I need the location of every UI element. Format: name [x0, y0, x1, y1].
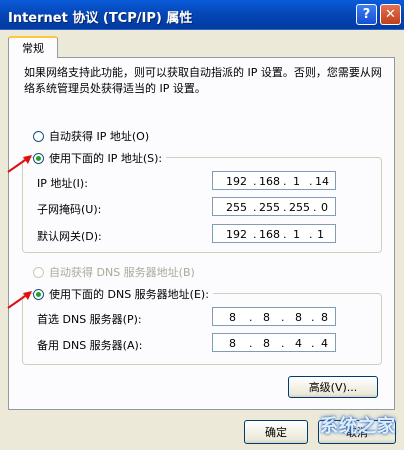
- radio-manual-ip-label: 使用下面的 IP 地址(S):: [49, 152, 163, 165]
- preferred-dns-label: 首选 DNS 服务器(P):: [37, 313, 142, 326]
- help-button[interactable]: ?: [356, 4, 377, 25]
- red-arrow-icon: [7, 155, 32, 173]
- radio-auto-ip[interactable]: 自动获得 IP 地址(O): [33, 128, 149, 144]
- alternate-dns-label: 备用 DNS 服务器(A):: [37, 339, 143, 352]
- subnet-mask-input[interactable]: 255. 255. 255. 0: [212, 197, 336, 216]
- radio-auto-ip-circle[interactable]: [33, 130, 44, 142]
- alternate-dns-input[interactable]: 8. 8. 4. 4: [212, 333, 336, 352]
- watermark-logo: 系统之家: [320, 416, 396, 437]
- subnet-mask-label: 子网掩码(U):: [37, 203, 102, 216]
- tab-general[interactable]: 常规: [8, 36, 58, 58]
- ip-address-input[interactable]: 192. 168. 1. 14: [212, 171, 336, 190]
- default-gateway-input[interactable]: 192. 168. 1. 1: [212, 224, 336, 243]
- ip-address-label: IP 地址(I):: [37, 177, 88, 190]
- radio-auto-dns-circle: [33, 266, 44, 278]
- description-text: 如果网络支持此功能，则可以获取自动指派的 IP 设置。否则，您需要从网络系统管理…: [24, 66, 382, 95]
- radio-manual-dns-label: 使用下面的 DNS 服务器地址(E):: [49, 288, 209, 301]
- radio-auto-ip-label: 自动获得 IP 地址(O): [49, 130, 150, 143]
- tab-label: 常规: [22, 42, 44, 55]
- radio-auto-dns: 自动获得 DNS 服务器地址(B): [33, 264, 195, 280]
- title-bar: Internet 协议 (TCP/IP) 属性 ? ✕: [0, 0, 404, 30]
- radio-manual-dns[interactable]: 使用下面的 DNS 服务器地址(E):: [33, 286, 213, 302]
- question-icon: ?: [362, 7, 371, 22]
- advanced-button[interactable]: 高级(V)...: [288, 376, 378, 398]
- red-arrow-icon: [7, 291, 32, 309]
- radio-manual-ip[interactable]: 使用下面的 IP 地址(S):: [33, 150, 167, 166]
- preferred-dns-input[interactable]: 8. 8. 8. 8: [212, 307, 336, 326]
- radio-auto-dns-label: 自动获得 DNS 服务器地址(B): [49, 266, 195, 279]
- dns-group: [22, 293, 382, 365]
- close-icon: ✕: [385, 7, 396, 22]
- close-button[interactable]: ✕: [380, 4, 401, 25]
- window-title: Internet 协议 (TCP/IP) 属性: [8, 11, 193, 26]
- default-gateway-label: 默认网关(D):: [37, 230, 102, 243]
- ok-button[interactable]: 确定: [244, 420, 308, 444]
